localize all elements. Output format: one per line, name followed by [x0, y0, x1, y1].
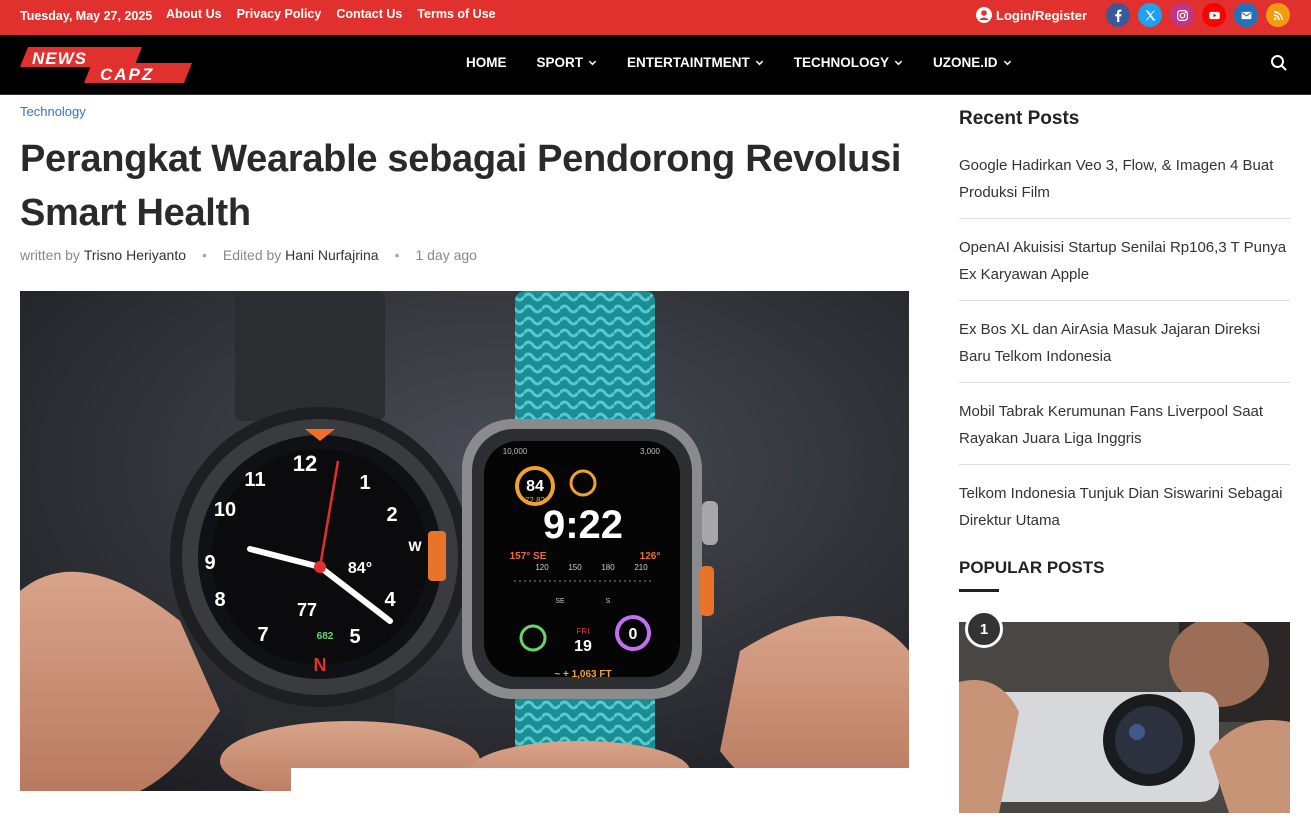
nav-entertainment-label: ENTERTAINTMENT [627, 55, 750, 70]
watch-num-11: 11 [244, 469, 265, 491]
youtube-icon[interactable] [1202, 3, 1226, 27]
article-meta: written by Trisno Heriyanto • Edited by … [20, 247, 477, 263]
watch-deg-right: 126° [640, 551, 661, 562]
nav-home-label: HOME [466, 55, 507, 70]
watch-num-12: 12 [293, 451, 317, 476]
watch-num-9: 9 [204, 552, 215, 574]
phone-camera-photo [959, 622, 1290, 813]
smartwatches-photo: 12 11 10 9 8 7 N 5 4 W 2 1 84° 77 682 10… [20, 291, 909, 791]
user-icon [976, 7, 992, 23]
popular-post-thumbnail[interactable] [959, 622, 1290, 813]
nav-sport[interactable]: SPORT [537, 55, 598, 70]
x-icon[interactable] [1138, 3, 1162, 27]
contact-us-link[interactable]: Contact Us [336, 7, 402, 21]
watch-num-7: 7 [257, 624, 268, 646]
author-link[interactable]: Trisno Heriyanto [84, 247, 186, 263]
article-title: Perangkat Wearable sebagai Pendorong Rev… [20, 138, 902, 234]
nav-uzone[interactable]: UZONE.ID [933, 55, 1012, 70]
watch-tick-150: 150 [568, 563, 582, 572]
watch-se: SE [555, 598, 565, 605]
main-header: NEWS CAPZ HOME SPORT ENTERTAINTMENT TECH… [0, 35, 1311, 95]
about-us-link[interactable]: About Us [166, 7, 222, 21]
recent-post-link[interactable]: Google Hadirkan Veo 3, Flow, & Imagen 4 … [959, 148, 1290, 219]
heading-underline [959, 589, 999, 592]
recent-posts-list: Google Hadirkan Veo 3, Flow, & Imagen 4 … [959, 148, 1290, 557]
watch-num-10: 10 [214, 499, 236, 521]
chevron-down-icon [755, 60, 763, 66]
watch-sub: 77 [297, 600, 317, 620]
watch-num-6: N [314, 655, 327, 675]
meta-separator: • [394, 247, 400, 263]
privacy-policy-link[interactable]: Privacy Policy [237, 7, 322, 21]
watch-num-8: 8 [214, 589, 225, 611]
facebook-icon[interactable] [1106, 3, 1130, 27]
image-overlay-blank [291, 768, 1019, 818]
logo-text-news: NEWS [32, 49, 87, 68]
publish-time: 1 day ago [415, 247, 477, 263]
watch-num-1: 1 [359, 472, 370, 494]
nav-entertainment[interactable]: ENTERTAINTMENT [627, 55, 764, 70]
watch-elevation: ~ + 1,063 FT [554, 669, 611, 680]
watch-top-right: 3,000 [640, 447, 661, 456]
chevron-down-icon [588, 60, 597, 66]
recent-post-link[interactable]: Mobil Tabrak Kerumunan Fans Liverpool Sa… [959, 394, 1290, 465]
current-date: Tuesday, May 27, 2025 [20, 9, 153, 23]
meta-separator: • [202, 247, 207, 263]
watch-num-2: 2 [386, 504, 397, 526]
popular-posts-heading: POPULAR POSTS [959, 558, 1105, 577]
nav-home[interactable]: HOME [466, 55, 507, 70]
watch-s: S [606, 598, 611, 605]
watch-small: 682 [317, 631, 334, 642]
watch-top-left: 10,000 [503, 447, 528, 456]
nav-technology[interactable]: TECHNOLOGY [794, 55, 903, 70]
watch-tick-210: 210 [634, 563, 648, 572]
article-hero-image: 12 11 10 9 8 7 N 5 4 W 2 1 84° 77 682 10… [20, 291, 909, 791]
recent-post-link[interactable]: Ex Bos XL dan AirAsia Masuk Jajaran Dire… [959, 312, 1290, 383]
chevron-down-icon [894, 60, 903, 66]
watch-num-4: 4 [384, 589, 396, 611]
watch-tick-180: 180 [601, 563, 615, 572]
article-category[interactable]: Technology [20, 104, 86, 119]
login-register-link[interactable]: Login/Register [976, 7, 1087, 23]
recent-post-link[interactable]: OpenAI Akuisisi Startup Senilai Rp106,3 … [959, 230, 1290, 301]
nav-uzone-label: UZONE.ID [933, 55, 998, 70]
site-logo[interactable]: NEWS CAPZ [20, 45, 192, 85]
watch-ring-num: 84 [526, 478, 544, 495]
top-links: About Us Privacy Policy Contact Us Terms… [166, 7, 496, 21]
watch-temp: 84° [348, 560, 372, 577]
recent-post-link[interactable]: Telkom Indonesia Tunjuk Dian Siswarini S… [959, 476, 1290, 546]
watch-zero: 0 [629, 626, 638, 643]
watch-num-5: 5 [349, 626, 360, 648]
recent-posts-heading: Recent Posts [959, 108, 1080, 129]
written-by-label: written by [20, 247, 80, 263]
main-nav: HOME SPORT ENTERTAINTMENT TECHNOLOGY UZO… [466, 55, 1042, 70]
popular-rank-badge: 1 [965, 610, 1003, 648]
chevron-down-icon [1003, 60, 1011, 66]
watch-date: 19 [574, 638, 592, 655]
watch-time: 9:22 [543, 503, 623, 547]
email-icon[interactable] [1234, 3, 1258, 27]
watch-day: FRI [577, 627, 590, 636]
edited-by-label: Edited by [222, 247, 282, 263]
top-bar: Tuesday, May 27, 2025 About Us Privacy P… [0, 0, 1311, 35]
nav-sport-label: SPORT [536, 55, 584, 70]
watch-dial-w: W [408, 538, 422, 554]
nav-technology-label: TECHNOLOGY [793, 55, 890, 70]
logo-text-capz: CAPZ [100, 65, 154, 84]
login-register-label: Login/Register [996, 7, 1088, 23]
rss-icon[interactable] [1266, 3, 1290, 27]
search-icon[interactable] [1270, 54, 1288, 72]
instagram-icon[interactable] [1170, 3, 1194, 27]
watch-tick-120: 120 [535, 563, 549, 572]
social-links [1106, 3, 1290, 27]
watch-deg-left: 157° SE [510, 551, 547, 562]
terms-of-use-link[interactable]: Terms of Use [417, 7, 495, 21]
editor-link[interactable]: Hani Nurfajrina [285, 247, 378, 263]
